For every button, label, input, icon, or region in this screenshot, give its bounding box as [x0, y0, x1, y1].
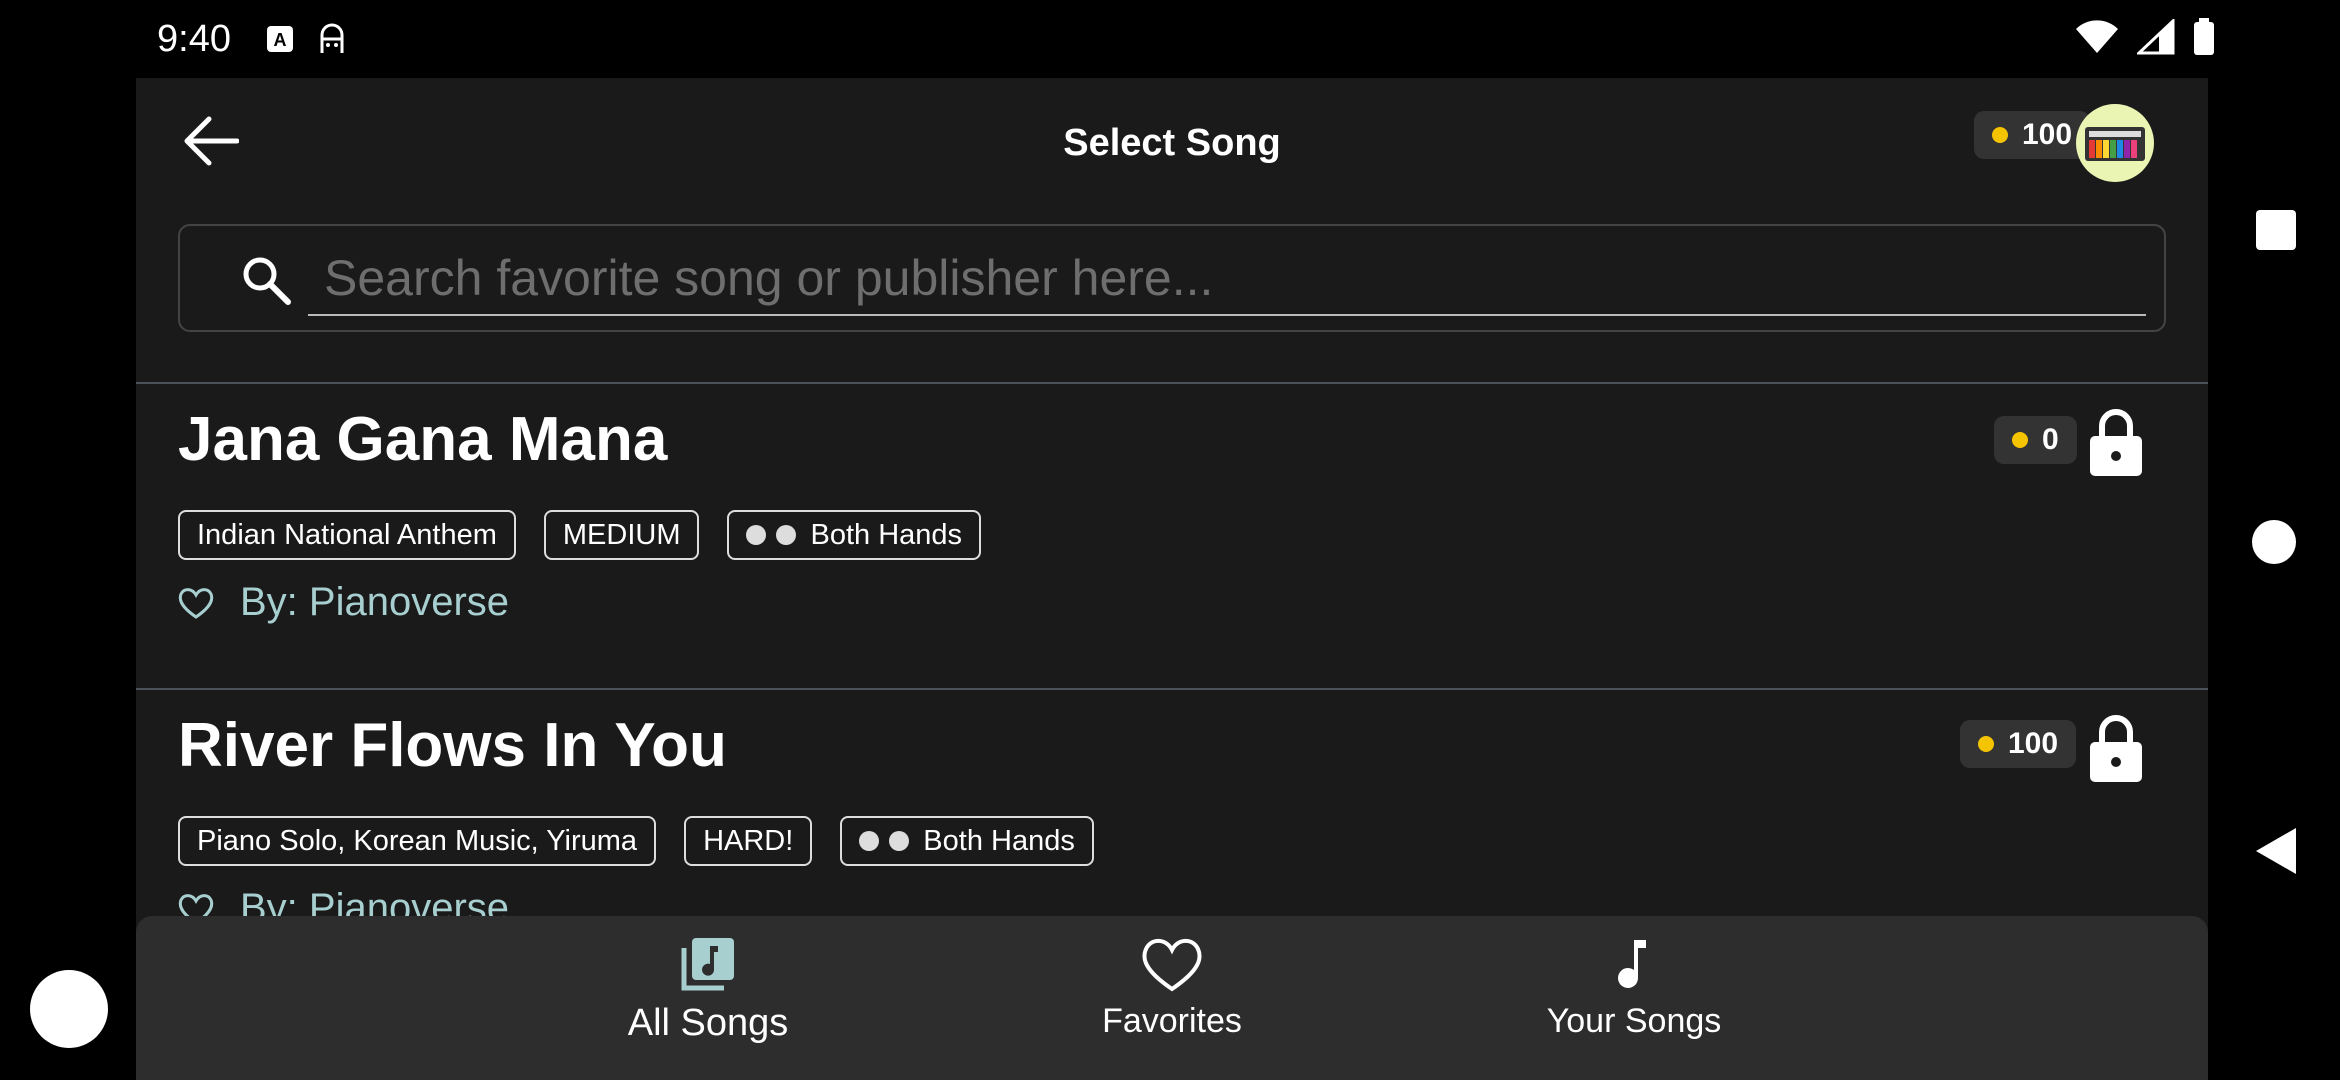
nav-label: Favorites — [1102, 1002, 1242, 1040]
tag-hands: Both Hands — [840, 816, 1094, 866]
status-time: 9:40 — [157, 17, 231, 60]
top-app-bar: Select Song 100 — [136, 78, 2208, 218]
recents-button[interactable] — [2256, 210, 2296, 250]
by-prefix: By: — [240, 580, 298, 624]
song-coin-value: 100 — [2008, 727, 2059, 760]
home-button[interactable] — [2252, 520, 2296, 564]
back-triangle-icon[interactable] — [2254, 826, 2298, 876]
coin-balance[interactable]: 100 — [1974, 111, 2091, 159]
tag-category: Indian National Anthem — [178, 510, 516, 560]
cellular-icon — [2135, 17, 2175, 60]
search-box — [178, 224, 2166, 332]
coin-balance-value: 100 — [2022, 118, 2073, 151]
wifi-icon — [2075, 19, 2119, 60]
song-row[interactable]: Jana Gana Mana 0 Indian National Anthem … — [136, 384, 2208, 688]
tag-hands-label: Both Hands — [810, 518, 963, 551]
avatar[interactable] — [2076, 104, 2154, 182]
tag-difficulty: MEDIUM — [543, 510, 700, 560]
hands-dots-icon — [746, 525, 797, 545]
coin-icon — [1992, 127, 2008, 143]
song-title: Jana Gana Mana — [178, 405, 668, 474]
publisher-name: Pianoverse — [308, 580, 510, 624]
coin-icon — [2012, 432, 2028, 448]
song-tags: Indian National Anthem MEDIUM Both Hands — [178, 510, 982, 560]
bottom-navigation: All Songs Favorites Your Songs — [136, 916, 2208, 1080]
song-title: River Flows In You — [178, 711, 727, 780]
library-music-icon — [681, 938, 734, 991]
status-bar: 9:40 A — [135, 0, 2215, 78]
ghost-icon — [315, 22, 349, 56]
hands-dots-icon — [859, 831, 910, 851]
song-coin-value: 0 — [2042, 423, 2059, 456]
accessibility-icon: A — [263, 22, 297, 56]
app-screen: Select Song 100 Search favorite song or … — [136, 78, 2208, 1080]
tag-hands: Both Hands — [727, 510, 982, 560]
song-tags: Piano Solo, Korean Music, Yiruma HARD! B… — [178, 816, 1094, 866]
piano-keyboard-icon — [2085, 127, 2145, 161]
tag-difficulty: HARD! — [684, 816, 813, 866]
tag-hands-label: Both Hands — [923, 824, 1075, 857]
nav-label: All Songs — [627, 1002, 789, 1044]
nav-all-songs[interactable]: All Songs — [578, 934, 838, 1045]
nav-label: Your Songs — [1546, 1002, 1722, 1040]
camera-cutout — [30, 970, 108, 1048]
coin-icon — [1978, 736, 1994, 752]
device-frame: 9:40 A Select Song 100 Search favorite s… — [0, 0, 2340, 1080]
search-input[interactable] — [308, 242, 2146, 316]
lock-icon[interactable] — [2087, 712, 2145, 784]
song-coin-cost: 0 — [1994, 416, 2077, 464]
lock-icon[interactable] — [2087, 406, 2145, 478]
search-icon — [243, 257, 291, 305]
nav-favorites[interactable]: Favorites — [1042, 934, 1302, 1041]
page-title: Select Song — [1063, 122, 1281, 164]
tag-category: Piano Solo, Korean Music, Yiruma — [178, 816, 657, 866]
music-note-icon — [1618, 940, 1646, 988]
heart-icon — [1142, 938, 1202, 992]
nav-your-songs[interactable]: Your Songs — [1504, 934, 1764, 1041]
song-byline: By: Pianoverse — [178, 580, 509, 625]
battery-icon — [2193, 18, 2215, 61]
heart-outline-icon[interactable] — [178, 586, 214, 620]
song-coin-cost: 100 — [1960, 720, 2077, 768]
svg-text:A: A — [273, 30, 286, 50]
